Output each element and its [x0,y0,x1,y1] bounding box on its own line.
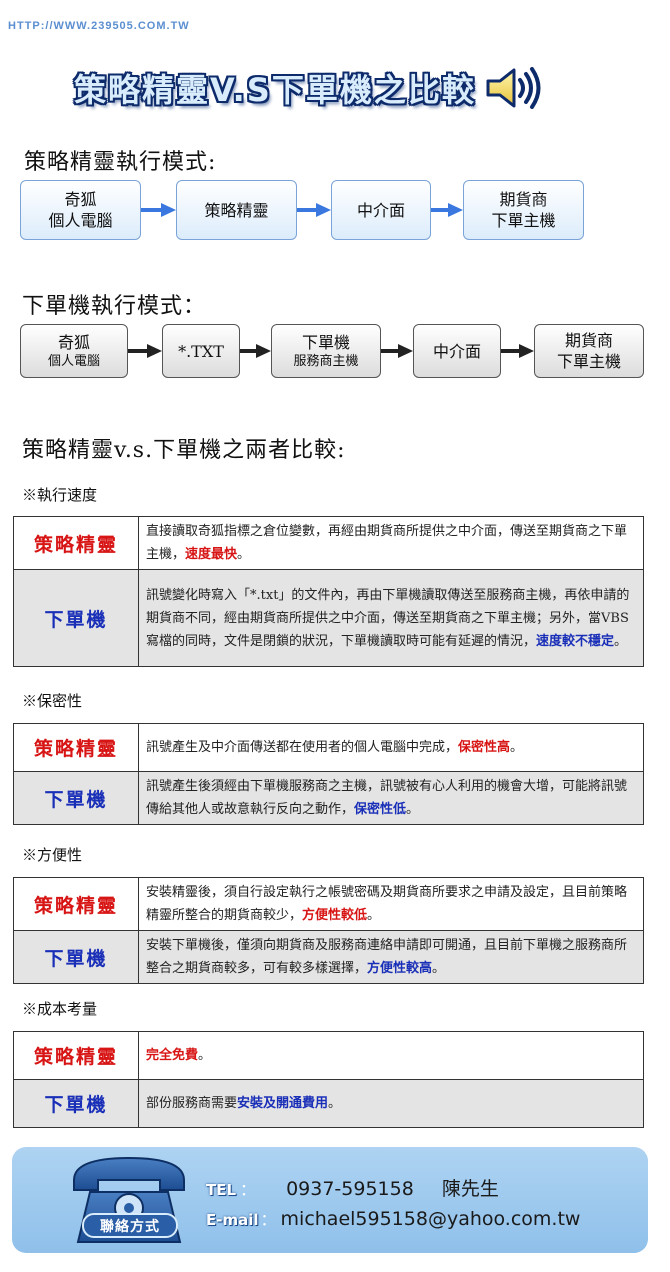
row-label: 下單機 [13,1079,139,1128]
email-separator: ： [260,1210,277,1229]
page-banner: 策略精靈V.S下單機之比較 [74,62,594,114]
flow1-step-4: 期貨商 下單主機 [463,180,584,240]
compare-title: 策略精靈v.s.下單機之兩者比較: [22,438,346,463]
flow-line: 個人電腦 [48,211,113,230]
table-row: 策略精靈 直接讀取奇狐指標之倉位變數，再經由期貨商所提供之中介面，傳送至期貨商之… [13,516,644,570]
banner-title: 策略精靈V.S下單機之比較 [74,71,476,109]
row-description: 直接讀取奇狐指標之倉位變數，再經由期貨商所提供之中介面，傳送至期貨商之下單主機，… [138,516,644,570]
row-label: 下單機 [13,771,139,825]
flow1-step-2: 策略精靈 [176,180,297,240]
flow-line: 奇狐 [64,190,97,209]
tel-value[interactable]: 0937-595158 [286,1178,414,1200]
row-description: 安裝精靈後，須自行設定執行之帳號密碼及期貨商所要求之申請及設定，且目前策略精靈所… [138,877,644,931]
cost-table: 策略精靈 完全免費。 下單機 部份服務商需要安裝及開通費用。 [13,1031,644,1128]
arrow-right-icon [240,344,271,358]
row-label: 策略精靈 [13,877,139,931]
row-description: 完全免費。 [138,1031,644,1080]
row-description: 安裝下單機後，僅須向期貨商及服務商連絡申請即可開通，且目前下單機之服務商所整合之… [138,930,644,984]
table-row: 策略精靈 訊號產生及中介面傳送都在使用者的個人電腦中完成，保密性高。 [13,723,644,772]
flow-line: 奇狐 [57,333,90,352]
flow-line: 期貨商 [499,190,548,209]
flow-line: 下單主機 [556,352,621,371]
privacy-table: 策略精靈 訊號產生及中介面傳送都在使用者的個人電腦中完成，保密性高。 下單機 訊… [13,723,644,825]
tel-label: TEL [206,1181,237,1199]
flow1-step-1: 奇狐 個人電腦 [20,180,141,240]
arrow-right-icon [501,344,534,358]
flow-line: 個人電腦 [47,354,100,369]
flow-line: 策略精靈 [204,200,269,220]
flow2-step-4: 中介面 [413,324,501,378]
flow1-step-3: 中介面 [331,180,431,240]
section-heading-speed: ※執行速度 [22,486,98,504]
tel-line: TEL ： 0937-595158 陳先生 [206,1174,499,1201]
row-label: 策略精靈 [13,516,139,570]
flow-line: 中介面 [356,200,405,220]
flow-line: 下單主機 [491,211,556,230]
section-heading-privacy: ※保密性 [22,692,83,710]
speaker-icon [486,67,541,109]
table-row: 下單機 訊號產生後須經由下單機服務商之主機，訊號被有心人利用的機會大增，可能將訊… [13,771,644,825]
row-label: 策略精靈 [13,723,139,772]
section-heading-cost: ※成本考量 [22,1000,98,1018]
arrow-right-icon [141,203,176,217]
flow-line: *.TXT [178,341,224,361]
row-label: 策略精靈 [13,1031,139,1080]
flow2-step-5: 期貨商 下單主機 [534,324,644,378]
flow2-step-2: *.TXT [162,324,240,378]
section2-title: 下單機執行模式： [22,294,207,319]
row-label: 下單機 [13,569,139,667]
arrow-right-icon [381,344,413,358]
row-description: 訊號產生及中介面傳送都在使用者的個人電腦中完成，保密性高。 [138,723,644,772]
table-row: 策略精靈 完全免費。 [13,1031,644,1080]
speed-table: 策略精靈 直接讀取奇狐指標之倉位變數，再經由期貨商所提供之中介面，傳送至期貨商之… [13,516,644,667]
contact-badge: 聯絡方式 [82,1213,178,1238]
flow2-step-1: 奇狐 個人電腦 [20,324,128,378]
email-line: E-mail ： michael595158@yahoo.com.tw [206,1206,580,1230]
flow-line: 期貨商 [564,331,613,350]
table-row: 策略精靈 安裝精靈後，須自行設定執行之帳號密碼及期貨商所要求之申請及設定，且目前… [13,877,644,931]
table-row: 下單機 安裝下單機後，僅須向期貨商及服務商連絡申請即可開通，且目前下單機之服務商… [13,930,644,984]
tel-contact-name: 陳先生 [441,1178,499,1200]
site-url[interactable]: HTTP://WWW.239505.COM.TW [8,20,190,32]
email-value[interactable]: michael595158@yahoo.com.tw [281,1208,581,1230]
convenience-table: 策略精靈 安裝精靈後，須自行設定執行之帳號密碼及期貨商所要求之申請及設定，且目前… [13,877,644,984]
arrow-right-icon [128,344,162,358]
row-label: 下單機 [13,930,139,984]
table-row: 下單機 訊號變化時寫入「*.txt」的文件內，再由下單機讀取傳送至服務商主機，再… [13,569,644,667]
tel-separator: ： [240,1180,257,1199]
row-description: 訊號變化時寫入「*.txt」的文件內，再由下單機讀取傳送至服務商主機，再依申請的… [138,569,644,667]
arrow-right-icon [431,203,463,217]
flow-line: 服務商主機 [293,354,359,369]
flow2-step-3: 下單機 服務商主機 [271,324,381,378]
table-row: 下單機 部份服務商需要安裝及開通費用。 [13,1079,644,1128]
row-description: 部份服務商需要安裝及開通費用。 [138,1079,644,1128]
flow-line: 下單機 [301,333,350,352]
row-description: 訊號產生後須經由下單機服務商之主機，訊號被有心人利用的機會大增，可能將訊號傳給其… [138,771,644,825]
email-label: E-mail [206,1211,259,1229]
flow-line: 中介面 [432,341,481,361]
section-heading-convenience: ※方便性 [22,846,83,864]
arrow-right-icon [297,203,331,217]
section1-title: 策略精靈執行模式: [24,150,217,175]
